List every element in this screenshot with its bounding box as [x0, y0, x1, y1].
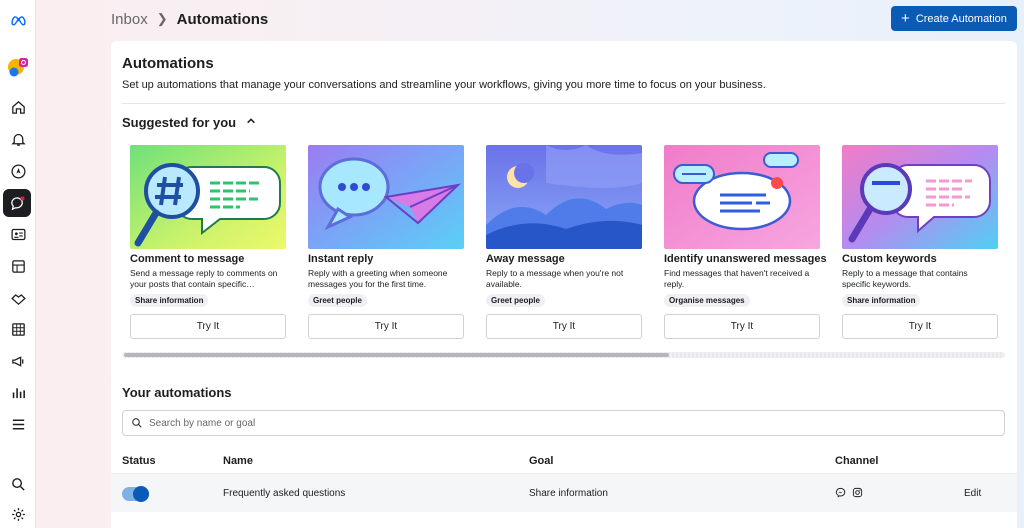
- messenger-icon: [835, 487, 846, 498]
- your-automations-title: Your automations: [122, 385, 232, 400]
- card-title: Away message: [486, 253, 565, 265]
- goal-tag: Organise messages: [664, 294, 750, 307]
- column-header-status: Status: [122, 455, 156, 467]
- plus-icon: +: [901, 10, 910, 27]
- automation-name: Frequently asked questions: [223, 488, 346, 499]
- comment-to-message-illustration: [130, 145, 286, 249]
- edit-link[interactable]: Edit: [964, 488, 981, 499]
- status-toggle[interactable]: [122, 486, 149, 502]
- section-divider: [122, 103, 1005, 104]
- left-nav-rail: [0, 0, 36, 528]
- instagram-icon: [852, 487, 863, 498]
- settings-icon[interactable]: [0, 500, 36, 528]
- card-title: Instant reply: [308, 253, 374, 265]
- menu-icon[interactable]: [0, 410, 36, 438]
- try-it-button[interactable]: Try It: [842, 314, 998, 339]
- chat-icon[interactable]: [3, 189, 31, 217]
- card-description: Reply to a message that contains specifi…: [842, 268, 968, 289]
- search-input[interactable]: [149, 417, 1004, 429]
- table-row[interactable]: Frequently asked questions Share informa…: [111, 473, 1017, 512]
- contact-card-icon[interactable]: [0, 220, 36, 248]
- automation-search-box[interactable]: [122, 410, 1005, 436]
- table-icon[interactable]: [0, 315, 36, 343]
- breadcrumb-current: Automations: [176, 10, 269, 28]
- goal-tag: Greet people: [486, 294, 545, 307]
- pages-icon[interactable]: [0, 252, 36, 280]
- try-it-button[interactable]: Try It: [664, 314, 820, 339]
- meta-logo-icon[interactable]: [0, 6, 36, 34]
- create-automation-button[interactable]: + Create Automation: [891, 6, 1017, 31]
- custom-keywords-illustration: [842, 145, 998, 249]
- chevron-right-icon: ❯: [156, 11, 168, 26]
- toggle-knob: [133, 486, 149, 502]
- card-title: Custom keywords: [842, 253, 937, 265]
- channel-icons: [835, 487, 863, 498]
- try-it-button[interactable]: Try It: [130, 314, 286, 339]
- suggested-title: Suggested for you: [122, 115, 237, 130]
- automations-panel: Automations Set up automations that mana…: [111, 41, 1017, 528]
- instant-reply-illustration: [308, 145, 464, 249]
- search-icon: [132, 418, 142, 428]
- create-automation-label: Create Automation: [915, 12, 1007, 25]
- home-icon[interactable]: [0, 93, 36, 121]
- page-title: Automations: [122, 55, 214, 72]
- breadcrumb-inbox-link[interactable]: Inbox: [111, 11, 148, 28]
- goal-tag: Greet people: [308, 294, 367, 307]
- suggested-section-toggle[interactable]: Suggested for you: [122, 115, 256, 130]
- chevron-up-icon: [246, 116, 256, 129]
- compass-icon[interactable]: [0, 157, 36, 185]
- suggestion-card-instant-reply: Instant reply Reply with a greeting when…: [308, 145, 464, 339]
- card-description: Find messages that haven't received a re…: [664, 268, 810, 289]
- suggestion-card-identify-unanswered: Identify unanswered messages Find messag…: [664, 145, 827, 339]
- column-header-channel: Channel: [835, 455, 879, 467]
- breadcrumb: Inbox ❯ Automations: [111, 10, 268, 28]
- goal-tag: Share information: [130, 294, 209, 307]
- megaphone-icon[interactable]: [0, 347, 36, 375]
- suggestion-card-away-message: Away message Reply to a message when you…: [486, 145, 642, 339]
- suggestion-card-comment-to-message: Comment to message Send a message reply …: [130, 145, 286, 339]
- page-subtitle: Set up automations that manage your conv…: [122, 79, 766, 91]
- suggestion-card-custom-keywords: Custom keywords Reply to a message that …: [842, 145, 998, 339]
- column-header-name: Name: [223, 455, 253, 467]
- handshake-icon[interactable]: [0, 284, 36, 312]
- scrollbar-thumb[interactable]: [124, 353, 669, 357]
- account-avatar-icon[interactable]: [0, 52, 36, 80]
- away-message-illustration: [486, 145, 642, 249]
- card-description: Reply with a greeting when someone messa…: [308, 268, 448, 289]
- card-title: Identify unanswered messages: [664, 253, 827, 265]
- card-description: Send a message reply to comments on your…: [130, 268, 278, 289]
- column-header-goal: Goal: [529, 455, 554, 467]
- identify-unanswered-illustration: [664, 145, 820, 249]
- bell-icon[interactable]: [0, 125, 36, 153]
- search-icon[interactable]: [0, 470, 36, 498]
- goal-tag: Share information: [842, 294, 921, 307]
- try-it-button[interactable]: Try It: [486, 314, 642, 339]
- bar-chart-icon[interactable]: [0, 378, 36, 406]
- carousel-scrollbar[interactable]: [122, 352, 1005, 358]
- try-it-button[interactable]: Try It: [308, 314, 464, 339]
- card-title: Comment to message: [130, 253, 245, 265]
- card-description: Reply to a message when you're not avail…: [486, 268, 624, 289]
- automation-goal: Share information: [529, 488, 608, 499]
